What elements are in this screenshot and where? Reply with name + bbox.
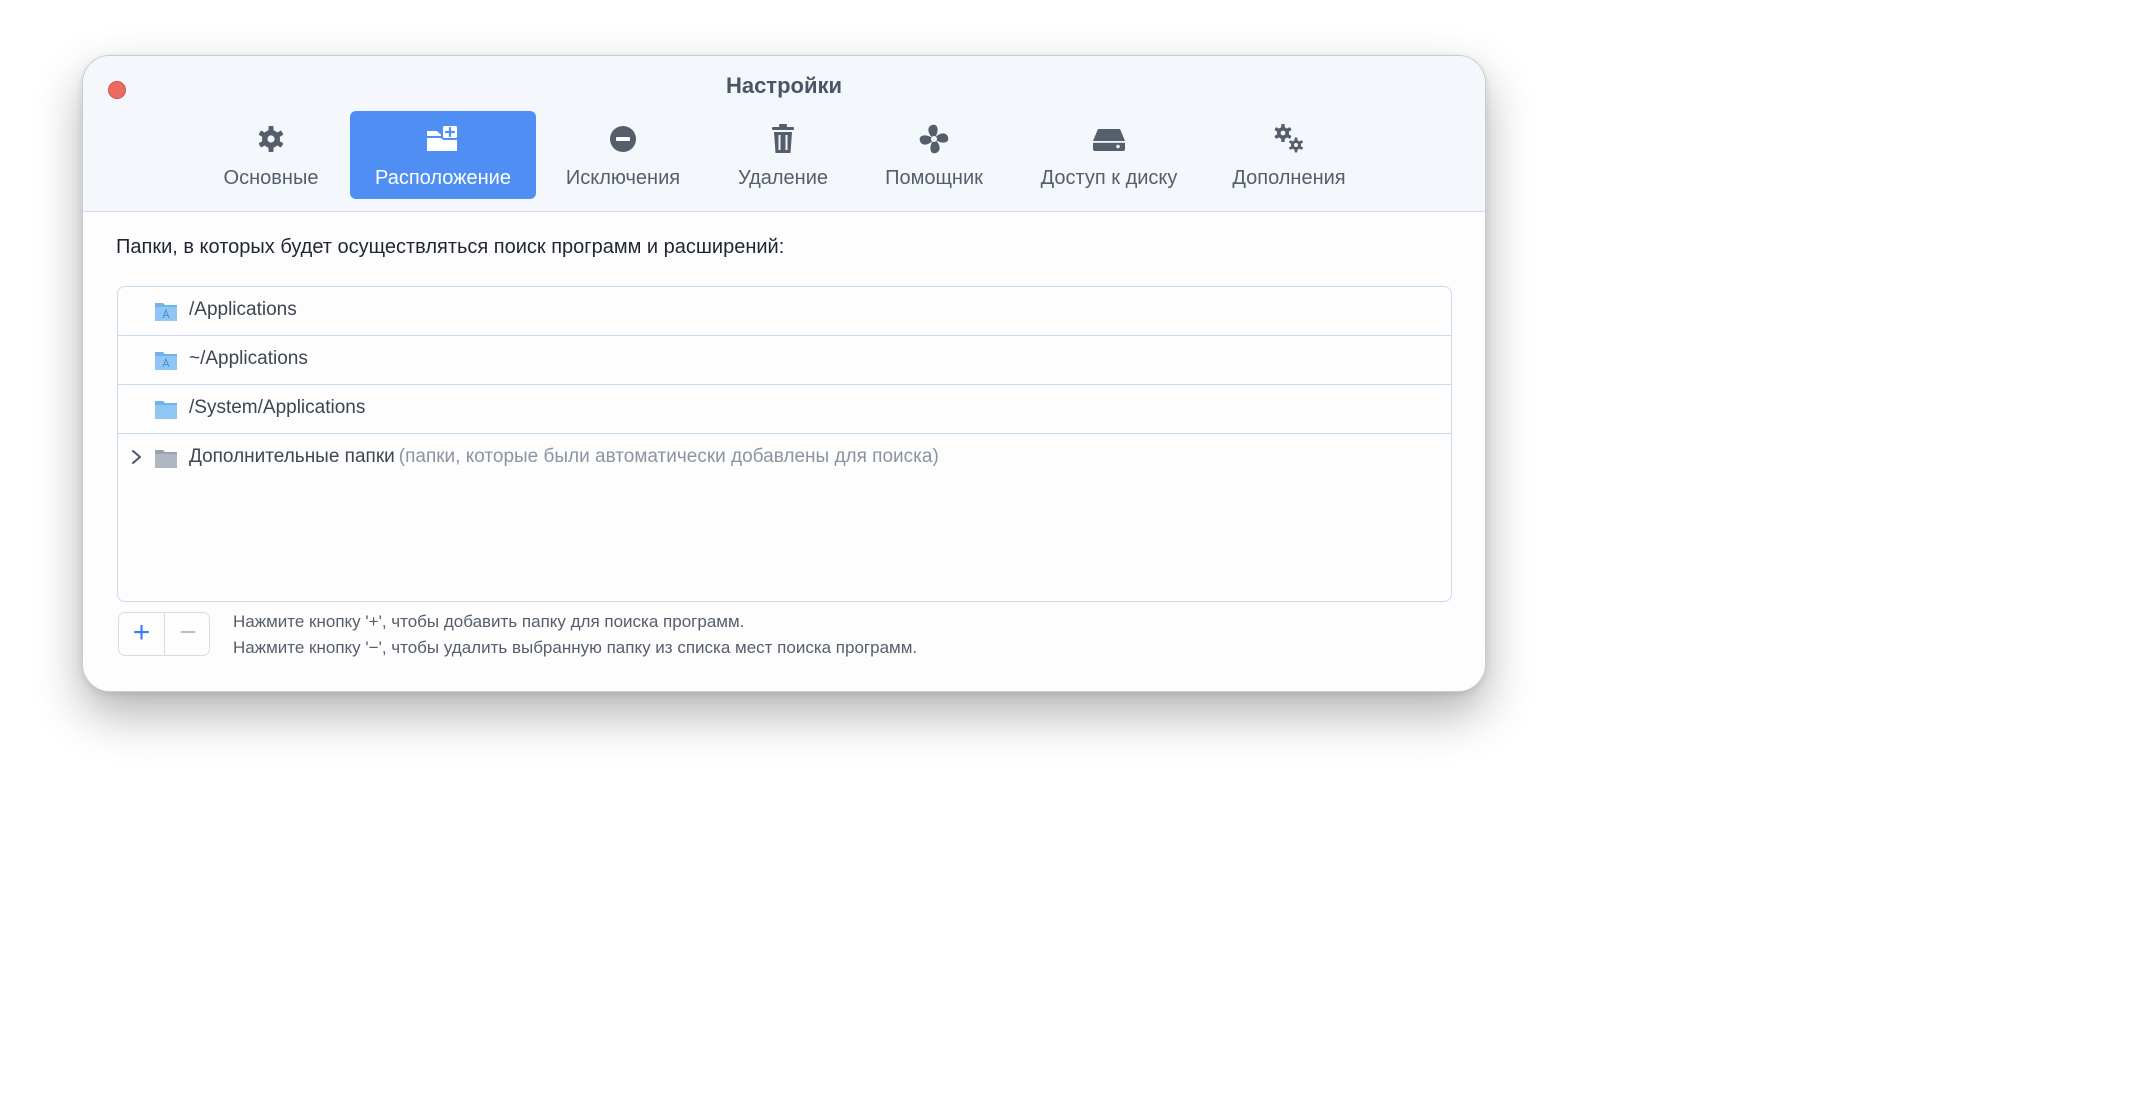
gear-icon [253,123,289,155]
tab-extras[interactable]: Дополнения [1219,111,1359,199]
list-item-extra-folders[interactable]: Дополнительные папки (папки, которые были… [118,434,1451,483]
hint-remove: Нажмите кнопку '−', чтобы удалить выбран… [233,638,918,657]
add-folder-button[interactable]: + [119,613,165,655]
tab-label: Дополнения [1232,167,1346,189]
minus-circle-icon [605,123,641,155]
trash-icon [765,123,801,155]
list-item[interactable]: /Applications [118,287,1451,336]
gears-icon [1271,123,1307,155]
add-remove-control: + − [118,612,210,656]
tab-label: Удаление [737,167,829,189]
tab-locations[interactable]: Расположение [350,111,536,199]
tab-label: Исключения [565,167,681,189]
extra-folders-note: (папки, которые были автоматически добав… [398,446,939,467]
folder-path: /System/Applications [189,397,366,418]
tab-general[interactable]: Основные [203,111,339,199]
tab-label: Доступ к диску [1040,167,1178,189]
remove-folder-button[interactable]: − [165,613,209,655]
fan-icon [916,123,952,155]
tab-label: Основные [223,167,319,189]
tab-label: Помощник [885,167,983,189]
window-title: Настройки [725,73,843,98]
extra-folders-label: Дополнительные папки (папки, которые были… [189,446,939,467]
applications-folder-icon [154,349,178,371]
tab-exclusions[interactable]: Исключения [551,111,695,199]
folders-list[interactable]: /Applications ~/Applications /System/App… [117,286,1452,602]
folder-path: /Applications [189,299,297,320]
list-item[interactable]: ~/Applications [118,336,1451,385]
folder-path: ~/Applications [189,348,308,369]
tab-uninstall[interactable]: Удаление [723,111,843,199]
hint-add: Нажмите кнопку '+', чтобы добавить папку… [233,612,745,631]
folder-add-icon [425,123,461,155]
tab-assistant[interactable]: Помощник [869,111,999,199]
section-heading: Папки, в которых будет осуществляться по… [116,236,785,258]
tab-disk-access[interactable]: Доступ к диску [1021,111,1197,199]
list-item[interactable]: /System/Applications [118,385,1451,434]
folder-icon [154,398,178,420]
toolbar: Настройки Основные Расположение Исключен… [83,56,1485,212]
chevron-right-icon[interactable] [129,446,145,468]
tab-label: Расположение [375,167,511,189]
settings-window: Настройки Основные Расположение Исключен… [82,55,1486,692]
gray-folder-icon [154,447,178,469]
applications-folder-icon [154,300,178,322]
disk-icon [1091,123,1127,155]
